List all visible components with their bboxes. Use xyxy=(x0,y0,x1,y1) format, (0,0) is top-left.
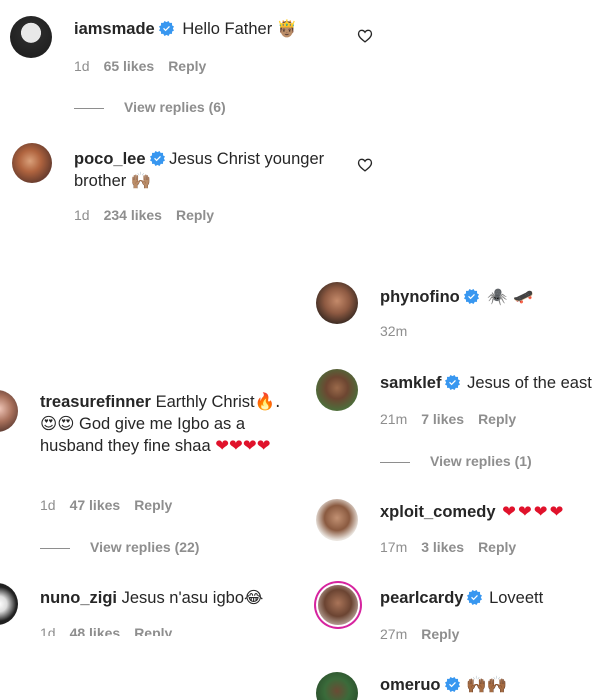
view-replies-button[interactable]: View replies (22) xyxy=(40,539,199,555)
timestamp: 27m xyxy=(380,626,408,642)
reply-button[interactable]: Reply xyxy=(421,626,459,642)
username[interactable]: samklef xyxy=(380,374,441,392)
like-heart-icon[interactable] xyxy=(357,157,373,173)
verified-icon xyxy=(445,677,460,692)
comment-phynofino: phynofino 🕷️ 🛹 32m xyxy=(300,275,600,345)
timestamp: 1d xyxy=(40,497,56,513)
raised-hands-emoji: 🙌🏾🙌🏾 xyxy=(466,675,508,694)
username[interactable]: phynofino xyxy=(380,288,460,306)
reply-button[interactable]: Reply xyxy=(478,539,516,555)
fire-emoji: 🔥. xyxy=(254,392,281,411)
comment-xploit-comedy: xploit_comedy ❤❤❤❤ 17m 3 likes Reply xyxy=(300,492,600,562)
comment-meta: 1d 65 likes Reply xyxy=(74,58,206,74)
avatar[interactable] xyxy=(10,16,52,58)
comment-text: Jesus of the east xyxy=(467,374,592,392)
avatar[interactable] xyxy=(0,583,18,625)
timestamp: 17m xyxy=(380,539,408,555)
avatar[interactable] xyxy=(316,499,358,541)
divider-dash xyxy=(380,461,410,463)
timestamp: 21m xyxy=(380,411,408,427)
comment-line: poco_lee Jesus Christ younger brother 🙌🏽 xyxy=(74,148,344,192)
reply-button[interactable]: Reply xyxy=(176,207,214,223)
like-heart-icon[interactable] xyxy=(357,28,373,44)
comment-text: Loveett xyxy=(489,589,544,607)
red-hearts-emoji: ❤❤❤❤ xyxy=(215,436,271,455)
username[interactable]: xploit_comedy xyxy=(380,503,496,521)
comment-line: samklef Jesus of the east xyxy=(380,372,592,394)
reply-button[interactable]: Reply xyxy=(134,625,172,636)
heart-eyes-emoji: 😍😍 xyxy=(40,414,75,433)
comment-meta: 27m Reply xyxy=(380,626,459,642)
timestamp: 1d xyxy=(74,207,90,223)
comment-meta: 1d 234 likes Reply xyxy=(74,207,214,223)
comment-nuno-zigi: nuno_zigi Jesus n'asu igbo😂 1d 48 likes Re… xyxy=(0,578,300,636)
timestamp: 32m xyxy=(380,323,408,339)
comment-text: Earthly Christ xyxy=(155,393,255,411)
username[interactable]: pearlcardy xyxy=(380,589,463,607)
username[interactable]: nuno_zigi xyxy=(40,589,117,607)
comment-line: nuno_zigi Jesus n'asu igbo😂 xyxy=(40,587,263,609)
view-replies-button[interactable]: View replies (1) xyxy=(380,453,532,469)
comment-body: treasurefinner Earthly Christ🔥. 😍😍 God g… xyxy=(40,391,292,457)
avatar[interactable] xyxy=(316,282,358,324)
comment-meta: 1d 47 likes Reply xyxy=(40,497,172,513)
comment-line: phynofino 🕷️ 🛹 xyxy=(380,286,534,308)
avatar[interactable] xyxy=(0,390,18,432)
verified-icon xyxy=(445,375,460,390)
divider-dash xyxy=(40,547,70,549)
spider-skate-emoji: 🕷️ 🛹 xyxy=(487,287,534,306)
raised-hands-emoji: 🙌🏽 xyxy=(130,171,152,190)
comment-line: omeruo 🙌🏾🙌🏾 xyxy=(380,674,507,696)
likes-count[interactable]: 47 likes xyxy=(70,497,121,513)
timestamp: 1d xyxy=(40,625,56,636)
likes-count[interactable]: 7 likes xyxy=(421,411,464,427)
laughing-emoji: 😂 xyxy=(244,588,264,607)
comment-line: xploit_comedy ❤❤❤❤ xyxy=(380,501,565,523)
comment-treasurefinner: treasurefinner Earthly Christ🔥. 😍😍 God g… xyxy=(0,385,300,565)
comment-meta: 32m xyxy=(380,323,407,339)
likes-count[interactable]: 65 likes xyxy=(104,58,155,74)
username[interactable]: treasurefinner xyxy=(40,393,151,411)
comment-text: Jesus n'asu igbo xyxy=(121,589,244,607)
comment-line: pearlcardy Loveett xyxy=(380,587,543,609)
avatar[interactable] xyxy=(316,369,358,411)
reply-button[interactable]: Reply xyxy=(168,58,206,74)
divider-dash xyxy=(74,107,104,109)
comment-poco-lee: poco_lee Jesus Christ younger brother 🙌🏽… xyxy=(0,130,600,240)
username[interactable]: omeruo xyxy=(380,676,441,694)
avatar[interactable] xyxy=(316,672,358,700)
comment-omeruo: omeruo 🙌🏾🙌🏾 xyxy=(300,665,600,700)
likes-count[interactable]: 234 likes xyxy=(104,207,162,223)
view-replies-label: View replies (1) xyxy=(430,453,532,469)
view-replies-label: View replies (6) xyxy=(124,99,226,115)
timestamp: 1d xyxy=(74,58,90,74)
verified-icon xyxy=(467,590,482,605)
comment-meta: 1d 48 likes Reply xyxy=(40,625,172,636)
comment-pearlcardy: pearlcardy Loveett 27m Reply xyxy=(300,578,600,648)
comment-meta: 17m 3 likes Reply xyxy=(380,539,516,555)
reply-button[interactable]: Reply xyxy=(478,411,516,427)
likes-count[interactable]: 3 likes xyxy=(421,539,464,555)
verified-icon xyxy=(464,289,479,304)
reply-button[interactable]: Reply xyxy=(134,497,172,513)
avatar[interactable] xyxy=(12,143,52,183)
comment-text: Hello Father xyxy=(182,20,273,38)
username[interactable]: iamsmade xyxy=(74,20,155,38)
verified-icon xyxy=(159,21,174,36)
comment-meta: 21m 7 likes Reply xyxy=(380,411,516,427)
view-replies-button[interactable]: View replies (6) xyxy=(74,99,226,115)
verified-icon xyxy=(150,151,165,166)
username[interactable]: poco_lee xyxy=(74,150,146,168)
view-replies-label: View replies (22) xyxy=(90,539,200,555)
comment-samklef: samklef Jesus of the east 21m 7 likes Repl… xyxy=(300,362,600,472)
red-hearts-emoji: ❤❤❤❤ xyxy=(502,502,566,521)
avatar[interactable] xyxy=(318,585,358,625)
comment-line: iamsmade Hello Father 🤴🏽 xyxy=(74,18,297,40)
comment-iamsmade: iamsmade Hello Father 🤴🏽 1d 65 likes Reply… xyxy=(0,0,600,125)
likes-count[interactable]: 48 likes xyxy=(70,625,121,636)
crown-face-emoji: 🤴🏽 xyxy=(276,19,298,38)
